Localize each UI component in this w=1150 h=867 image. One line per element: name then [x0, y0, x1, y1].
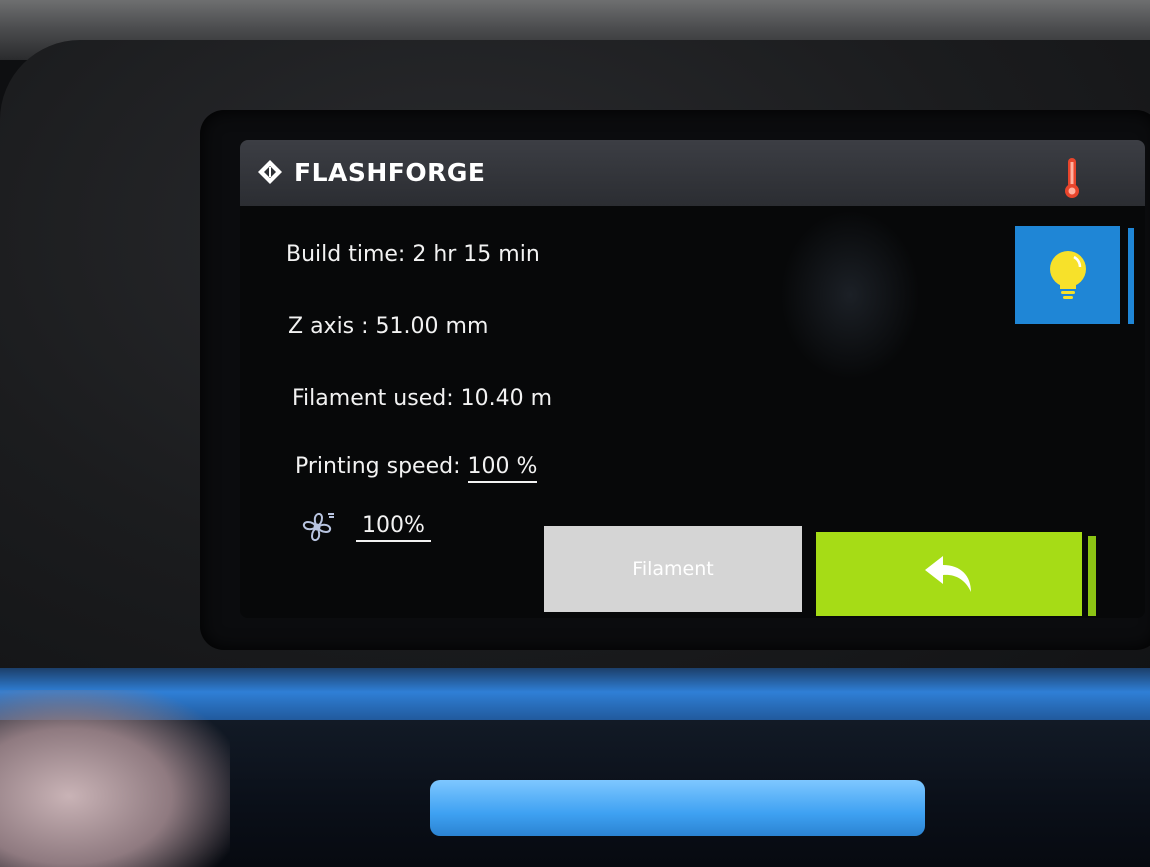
light-toggle-button[interactable]	[1015, 226, 1120, 324]
thermometer-icon[interactable]	[1062, 156, 1082, 200]
fan-speed-row: 100%	[298, 508, 431, 546]
back-button[interactable]	[816, 532, 1082, 616]
next-green-edge	[1088, 536, 1096, 616]
printing-speed-label: Printing speed:	[295, 454, 468, 479]
title-bar: FLASHFORGE	[240, 140, 1145, 206]
build-time: Build time: 2 hr 15 min	[286, 242, 540, 267]
printing-speed: Printing speed: 100 %	[295, 454, 538, 483]
z-axis-position: Z axis : 51.00 mm	[288, 314, 489, 339]
flashforge-logo-icon	[258, 160, 282, 184]
background-hand-blur	[0, 690, 230, 867]
next-button-edge	[1128, 228, 1134, 324]
touch-screen: FLASHFORGE Build time: 2 hr 15 min Z axi…	[240, 140, 1145, 618]
filament-used: Filament used: 10.40 m	[292, 386, 553, 411]
brand-logo: FLASHFORGE	[256, 150, 485, 194]
filament-button[interactable]: Filament	[544, 526, 802, 612]
fan-icon	[302, 512, 334, 542]
printer-blue-slot	[430, 780, 925, 836]
lightbulb-icon	[1049, 251, 1086, 299]
back-arrow-icon	[925, 556, 971, 592]
fan-speed-value[interactable]: 100%	[356, 513, 431, 542]
screen-reflection	[780, 210, 920, 380]
brand-name: FLASHFORGE	[294, 157, 486, 187]
printing-speed-value[interactable]: 100 %	[467, 454, 538, 483]
